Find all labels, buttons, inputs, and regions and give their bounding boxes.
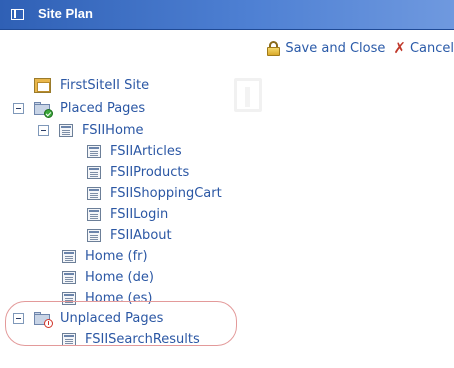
watermark-icon [234, 78, 262, 112]
tree-node-page[interactable]: Home (fr) [62, 247, 148, 266]
tree-node-page[interactable]: FSIIShoppingCart [87, 184, 222, 203]
page-icon [87, 145, 101, 158]
tree-node-label: Home (de) [85, 270, 154, 285]
page-icon [87, 229, 101, 242]
cancel-label: Cancel [409, 40, 454, 56]
page-icon [87, 166, 101, 179]
unplaced-highlight-outline [5, 301, 237, 346]
window-title: Site Plan [38, 6, 93, 21]
save-and-close-button[interactable]: Save and Close [266, 40, 386, 56]
page-icon [62, 250, 76, 263]
tree-node-page[interactable]: FSIIProducts [87, 163, 189, 182]
tree-node-label: Home (fr) [85, 249, 148, 264]
tree-node-label: FirstSiteII Site [60, 78, 150, 93]
window-icon [11, 9, 24, 20]
tree-node-fsiihome[interactable]: FSIIHome [59, 121, 144, 140]
folder-icon [34, 101, 53, 118]
check-badge-icon [44, 108, 53, 118]
site-icon [34, 78, 51, 93]
collapse-toggle-placed[interactable] [13, 103, 24, 114]
tree-node-label: FSIIShoppingCart [110, 186, 222, 201]
tree-node-label: FSIILogin [110, 207, 169, 222]
tree-node-label: FSIIAbout [110, 228, 172, 243]
page-icon [87, 208, 101, 221]
tree-node-label: FSIIHome [82, 123, 144, 138]
tree-node-page[interactable]: FSIIArticles [87, 142, 182, 161]
tree-node-placed-pages[interactable]: Placed Pages [34, 99, 145, 118]
action-bar: Save and Close ✗ Cancel [266, 39, 454, 57]
tree-node-page[interactable]: FSIILogin [87, 205, 168, 224]
tree-node-site[interactable]: FirstSiteII Site [34, 76, 149, 95]
page-icon [59, 124, 73, 137]
tree-node-page[interactable]: Home (de) [62, 268, 154, 287]
close-icon: ✗ [393, 38, 406, 57]
tree-node-label: FSIIArticles [110, 144, 182, 159]
lock-icon [266, 40, 281, 56]
collapse-toggle-home[interactable] [38, 125, 49, 136]
page-icon [62, 271, 76, 284]
tree-node-page[interactable]: FSIIAbout [87, 226, 172, 245]
save-and-close-label: Save and Close [285, 40, 386, 56]
title-bar: Site Plan [0, 0, 454, 30]
cancel-button[interactable]: ✗ Cancel [385, 38, 454, 57]
tree-node-label: FSIIProducts [110, 165, 190, 180]
tree-node-label: Placed Pages [60, 101, 146, 116]
page-icon [87, 187, 101, 200]
